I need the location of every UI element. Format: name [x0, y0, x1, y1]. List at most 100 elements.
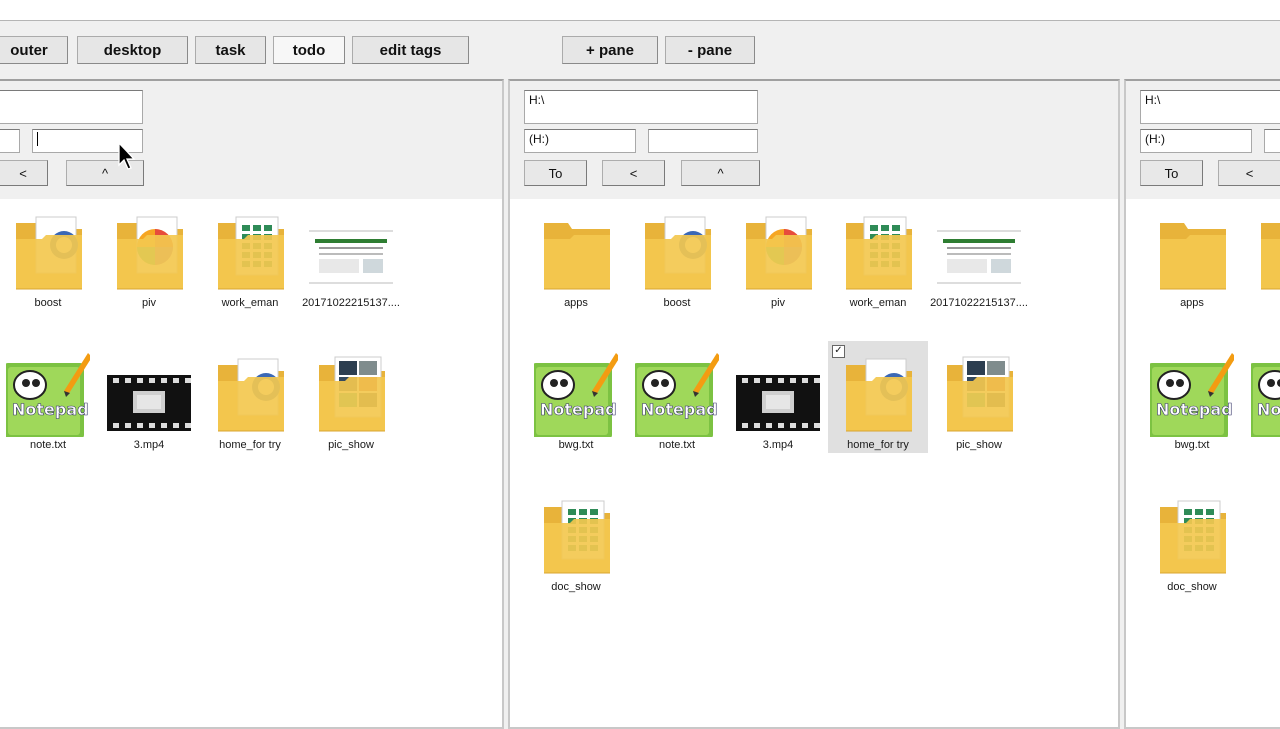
edit-tags-button[interactable]: edit tags: [352, 36, 469, 64]
file-item-label: 20171022215137....: [930, 297, 1028, 309]
folder-color-icon: [736, 209, 820, 295]
file-item[interactable]: doc_show: [526, 483, 626, 595]
remove-pane-button[interactable]: - pane: [665, 36, 755, 64]
file-item-label: piv: [770, 297, 786, 309]
file-pane-center: H:\ (H:) To < ^ apps boost piv work_eman…: [508, 79, 1120, 729]
folder-sheet-icon: [534, 493, 618, 579]
up-button[interactable]: ^: [681, 160, 760, 186]
file-item-label: doc_show: [551, 581, 601, 593]
to-button[interactable]: To: [1140, 160, 1203, 186]
folder-doc-icon: [6, 209, 90, 295]
file-item-label: not: [1235, 439, 1280, 451]
svg-text:Notepad: Notepad: [12, 400, 89, 419]
path-field[interactable]: [0, 90, 143, 124]
file-item-label: bwg.txt: [1174, 439, 1210, 451]
file-item[interactable]: boost: [627, 199, 727, 311]
file-item-label: pic_show: [328, 439, 374, 451]
computer-button[interactable]: outer: [0, 36, 68, 64]
notepad-icon: Notepad: [1148, 351, 1236, 439]
file-item[interactable]: 20171022215137....: [929, 199, 1029, 311]
file-item[interactable]: home_for try: [200, 341, 300, 453]
folder-doc-icon: [836, 351, 920, 437]
video-icon: [728, 351, 828, 437]
video-icon: [99, 351, 199, 437]
file-item[interactable]: piv: [728, 199, 828, 311]
file-item[interactable]: piv: [99, 199, 199, 311]
file-pane-left: < ^ boost piv work_eman 20171022215137...…: [0, 79, 504, 729]
filter-input[interactable]: [648, 129, 758, 153]
notepad-icon: Notepad: [532, 351, 620, 439]
file-item-label: work_eman: [221, 297, 279, 309]
drive-field[interactable]: (H:): [524, 129, 636, 153]
file-item[interactable]: work_eman: [200, 199, 300, 311]
file-item-label: 3.mp4: [133, 439, 165, 451]
folder-doc-icon: [208, 351, 292, 437]
folder-icon: [534, 209, 618, 295]
file-item[interactable]: bo: [1243, 199, 1280, 311]
file-item[interactable]: Notepadnot: [1243, 341, 1280, 453]
file-item[interactable]: Notepad note.txt: [627, 341, 727, 453]
file-item-label: boost: [663, 297, 691, 309]
add-pane-button[interactable]: + pane: [562, 36, 658, 64]
drive-field[interactable]: (H:): [1140, 129, 1252, 153]
file-item[interactable]: pic_show: [301, 341, 401, 453]
file-item-label: bwg.txt: [558, 439, 594, 451]
file-item[interactable]: boost: [0, 199, 98, 311]
file-item[interactable]: 3.mp4: [728, 341, 828, 453]
folder-sheet-icon: [836, 209, 920, 295]
todo-button[interactable]: todo: [273, 36, 345, 64]
mouse-cursor-icon: [118, 142, 136, 170]
file-item[interactable]: home_for try ✓: [828, 341, 928, 453]
file-item[interactable]: work_eman: [828, 199, 928, 311]
folder-doc-icon: [1251, 209, 1280, 295]
file-item-label: apps: [564, 297, 588, 309]
to-button[interactable]: To: [524, 160, 587, 186]
path-field[interactable]: H:\: [1140, 90, 1280, 124]
notepad-icon: Notepad: [1249, 351, 1280, 439]
notepad-icon: Notepad: [633, 351, 721, 439]
file-item[interactable]: 3.mp4: [99, 341, 199, 453]
screenshot-icon: [932, 209, 1026, 295]
file-pane-right: H:\ (H:) To < apps boNotepadbwg.txtNotep…: [1124, 79, 1280, 729]
file-item-label: bo: [1235, 297, 1280, 309]
svg-text:Notepad: Notepad: [1156, 400, 1233, 419]
svg-text:Notepad: Notepad: [1257, 400, 1280, 419]
back-button[interactable]: <: [0, 160, 48, 186]
folder-photo-icon: [309, 351, 393, 437]
file-item[interactable]: Notepad note.txt: [0, 341, 98, 453]
desktop-button[interactable]: desktop: [77, 36, 188, 64]
folder-sheet-icon: [1150, 493, 1234, 579]
file-item-label: home_for try: [847, 439, 909, 451]
file-item-label: doc_show: [1167, 581, 1217, 593]
task-button[interactable]: task: [195, 36, 266, 64]
file-item[interactable]: pic_show: [929, 341, 1029, 453]
file-item[interactable]: apps: [1142, 199, 1242, 311]
svg-text:Notepad: Notepad: [540, 400, 617, 419]
file-item-label: 20171022215137....: [302, 297, 400, 309]
selection-checkbox[interactable]: ✓: [832, 345, 845, 358]
notepad-icon: Notepad: [4, 351, 92, 439]
folder-sheet-icon: [208, 209, 292, 295]
file-item-label: work_eman: [849, 297, 907, 309]
file-item-label: apps: [1180, 297, 1204, 309]
file-item-label: pic_show: [956, 439, 1002, 451]
drive-field[interactable]: [0, 129, 20, 153]
path-field[interactable]: H:\: [524, 90, 758, 124]
file-item[interactable]: doc_show: [1142, 483, 1242, 595]
folder-color-icon: [107, 209, 191, 295]
file-item[interactable]: Notepad bwg.txt: [1142, 341, 1242, 453]
file-item[interactable]: Notepad bwg.txt: [526, 341, 626, 453]
filter-input[interactable]: [1264, 129, 1280, 153]
file-item-label: 3.mp4: [762, 439, 794, 451]
folder-doc-icon: [635, 209, 719, 295]
file-item[interactable]: 20171022215137....: [301, 199, 401, 311]
file-item[interactable]: apps: [526, 199, 626, 311]
back-button[interactable]: <: [602, 160, 665, 186]
text-caret: [37, 132, 38, 146]
screenshot-icon: [304, 209, 398, 295]
folder-photo-icon: [937, 351, 1021, 437]
folder-icon: [1150, 209, 1234, 295]
back-button[interactable]: <: [1218, 160, 1280, 186]
window-top-strip: [0, 0, 1280, 21]
file-item-label: note.txt: [658, 439, 696, 451]
